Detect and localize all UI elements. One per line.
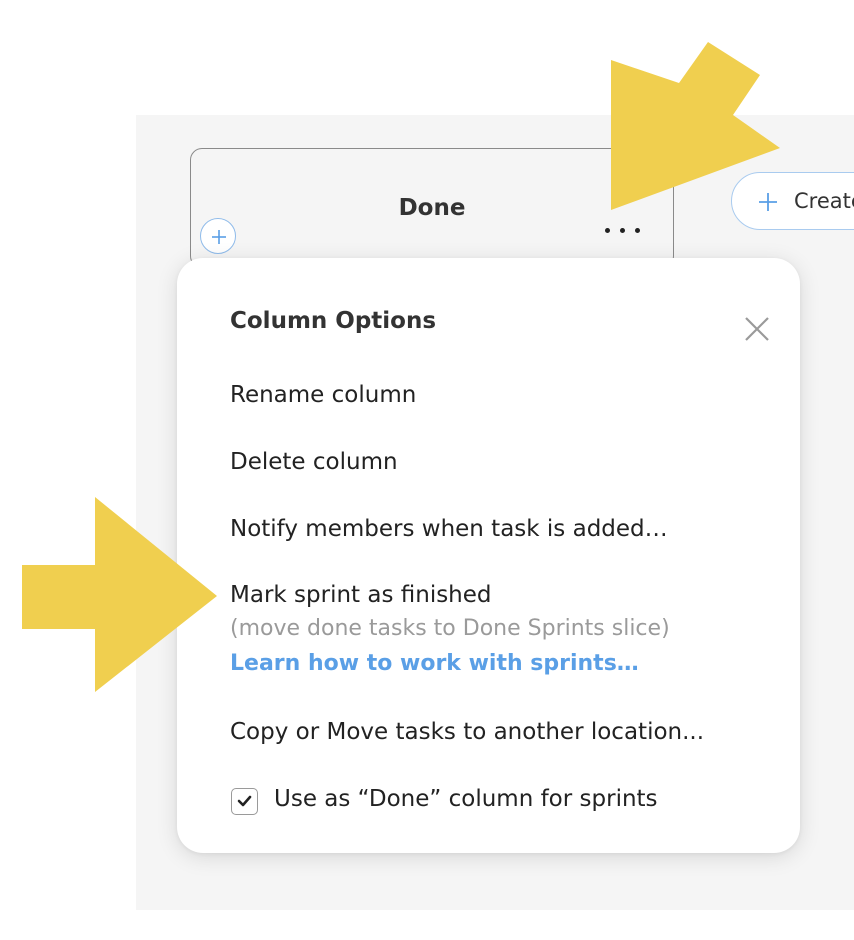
close-button[interactable]: [743, 315, 771, 343]
plus-icon: [759, 193, 777, 211]
ellipsis-icon: [605, 228, 610, 233]
menu-item-notify[interactable]: Notify members when task is added…: [230, 516, 668, 542]
menu-item-rename[interactable]: Rename column: [230, 382, 416, 408]
menu-item-mark-sprint-finished[interactable]: Mark sprint as finished: [230, 582, 492, 608]
mark-sprint-description: (move done tasks to Done Sprints slice): [230, 616, 670, 641]
ellipsis-icon: [620, 228, 625, 233]
close-icon: [745, 317, 769, 341]
add-task-button[interactable]: [200, 218, 236, 254]
menu-item-copy-move[interactable]: Copy or Move tasks to another location..…: [230, 719, 704, 745]
learn-sprints-link[interactable]: Learn how to work with sprints…: [230, 651, 639, 676]
check-icon: [237, 795, 252, 807]
column-options-popup: Column Options Rename column Delete colu…: [177, 258, 800, 853]
column-header: Done: [190, 148, 674, 268]
popup-title: Column Options: [230, 308, 437, 334]
done-column-checkbox[interactable]: [231, 788, 258, 815]
create-column-label: Create: [794, 189, 854, 213]
menu-item-delete[interactable]: Delete column: [230, 449, 398, 475]
plus-icon: [212, 230, 226, 244]
create-column-button[interactable]: Create: [731, 172, 854, 230]
column-more-button[interactable]: [600, 218, 646, 242]
ellipsis-icon: [635, 228, 640, 233]
done-column-checkbox-label: Use as “Done” column for sprints: [274, 786, 658, 812]
